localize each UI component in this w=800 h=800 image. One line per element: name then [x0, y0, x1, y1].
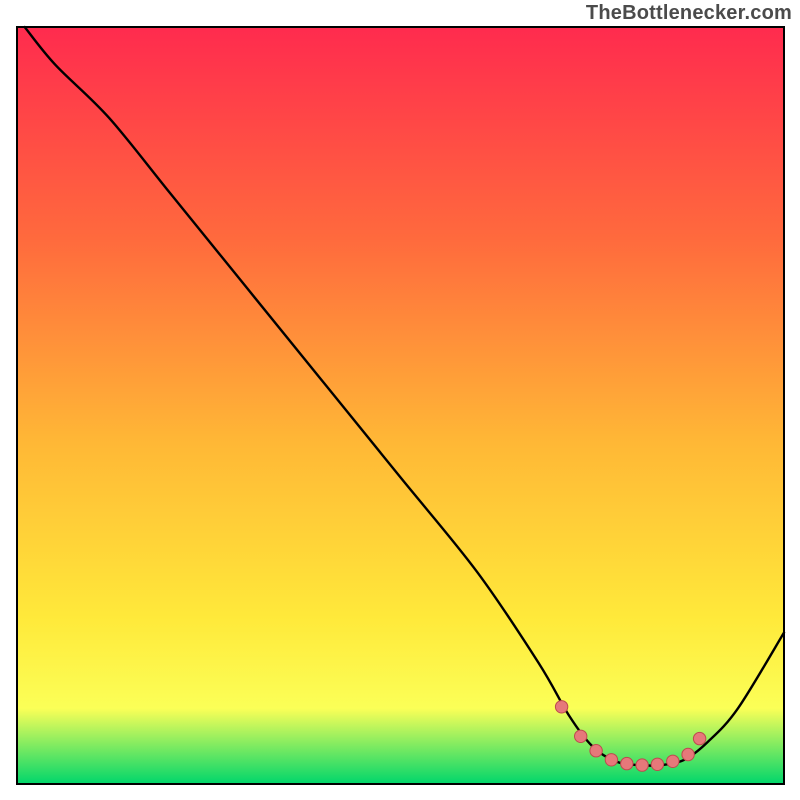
optimal-marker — [636, 759, 648, 771]
optimal-marker — [682, 748, 694, 760]
optimal-marker — [667, 755, 679, 767]
bottleneck-chart — [0, 0, 800, 800]
optimal-marker — [651, 758, 663, 770]
optimal-marker — [621, 757, 633, 769]
chart-stage: TheBottlenecker.com — [0, 0, 800, 800]
optimal-marker — [555, 701, 567, 713]
optimal-marker — [693, 732, 705, 744]
optimal-marker — [575, 730, 587, 742]
optimal-marker — [590, 745, 602, 757]
gradient-background — [17, 27, 784, 784]
optimal-marker — [605, 754, 617, 766]
